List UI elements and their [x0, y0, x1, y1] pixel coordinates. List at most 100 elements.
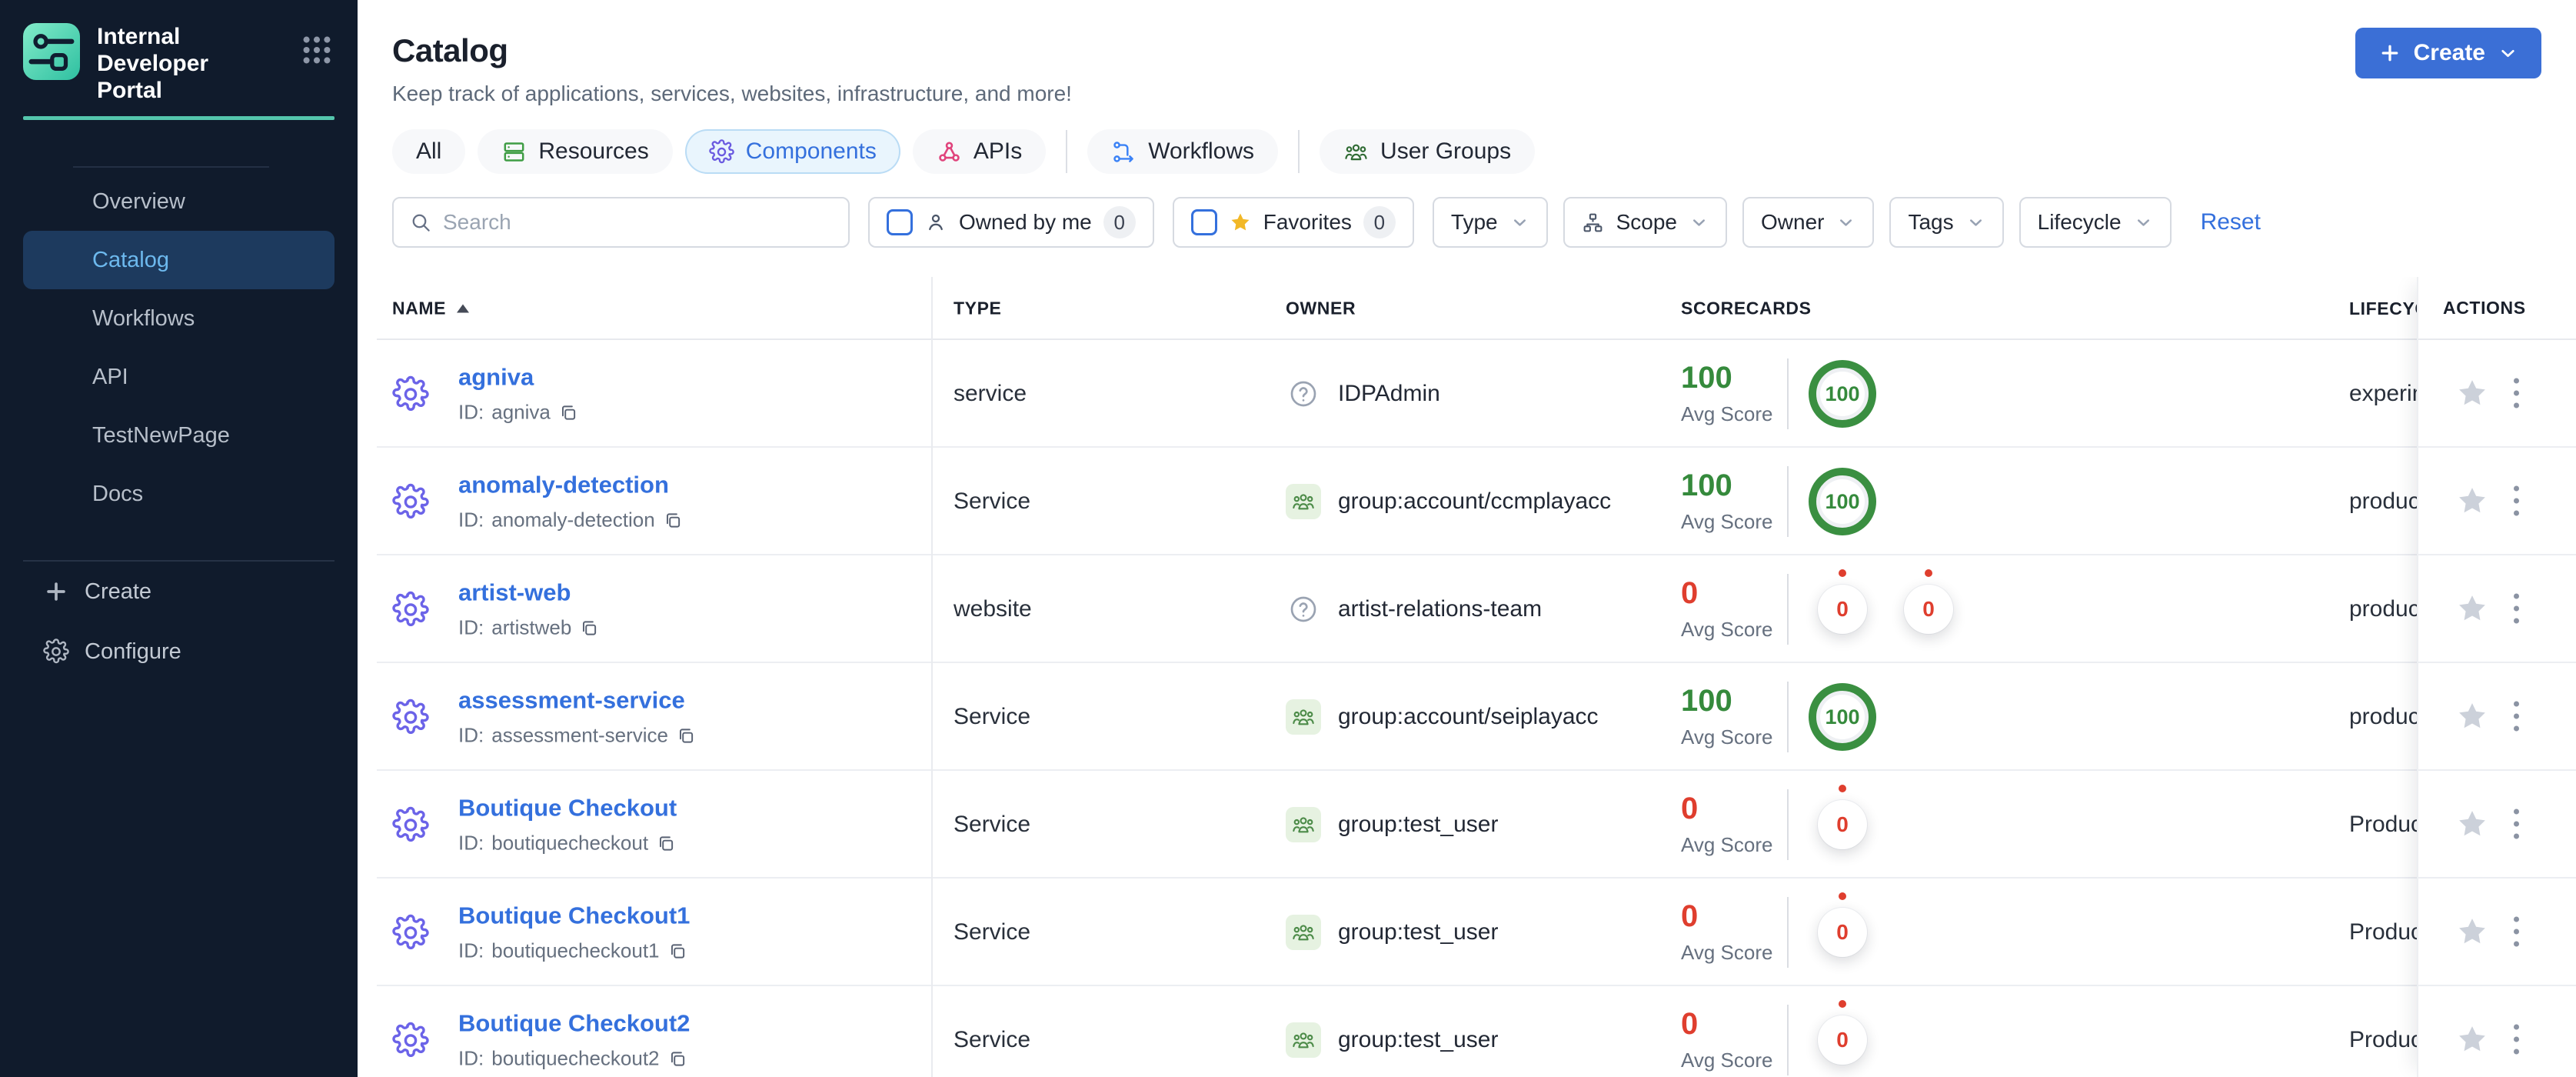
owner-name: artist-relations-team [1338, 596, 1543, 622]
filter-dropdown[interactable]: Lifecycle [2019, 197, 2172, 248]
reset-button[interactable]: Reset [2201, 209, 2261, 235]
favorites-checkbox[interactable] [1190, 209, 1217, 235]
entity-name-link[interactable]: Boutique Checkout2 [458, 1010, 690, 1038]
kebab-menu-icon[interactable] [2509, 374, 2524, 413]
column-header-type[interactable]: TYPE [954, 298, 1001, 319]
entity-name-link[interactable]: Boutique Checkout [458, 795, 677, 822]
favorite-star-icon[interactable] [2455, 376, 2489, 410]
sidebar-configure[interactable]: Configure [0, 622, 358, 682]
lifecycle-cell: Production [2349, 1027, 2417, 1052]
filter-dropdown[interactable]: Scope [1563, 197, 1728, 248]
type-cell: Service [954, 919, 1031, 945]
owned-by-me-label: Owned by me [959, 210, 1092, 234]
search-input[interactable] [443, 210, 833, 235]
nav-divider [73, 166, 269, 168]
create-button[interactable]: Create [2355, 28, 2541, 78]
copy-icon[interactable] [558, 402, 578, 422]
alert-dot [1839, 892, 1846, 900]
catalog-tab[interactable]: Components [684, 129, 900, 174]
favorite-star-icon[interactable] [2455, 807, 2489, 841]
scorecard-badge: 100 [1809, 360, 1876, 428]
entity-name-link[interactable]: anomaly-detection [458, 472, 683, 499]
sidebar-nav-item[interactable]: API [0, 348, 358, 406]
column-header-lifecycle[interactable]: LIFECYCLE [2349, 277, 2417, 340]
person-icon [924, 211, 947, 234]
type-cell: Service [954, 704, 1031, 729]
entity-name-link[interactable]: agniva [458, 364, 578, 392]
catalog-tab[interactable]: APIs [912, 129, 1047, 174]
table-row: Boutique Checkout1 ID: boutiquecheckout1… [358, 879, 2576, 986]
search-box[interactable] [392, 197, 850, 248]
scorecard-badge-value: 100 [1825, 489, 1860, 513]
scorecards-cell: 100 Avg Score 100 [1681, 682, 1876, 752]
owned-by-me-checkbox[interactable] [887, 209, 913, 235]
column-header-scorecards[interactable]: SCORECARDS [1681, 298, 1812, 319]
copy-icon[interactable] [656, 833, 676, 853]
table-rows: agniva ID: agniva service IDPAdmin 100 A… [358, 340, 2576, 1077]
favorite-star-icon[interactable] [2455, 699, 2489, 733]
entity-name-link[interactable]: artist-web [458, 579, 599, 607]
copy-icon[interactable] [579, 618, 599, 638]
sidebar-nav-item[interactable]: Catalog [23, 231, 334, 290]
favorite-star-icon[interactable] [2455, 915, 2489, 949]
sidebar-nav-item[interactable]: TestNewPage [0, 406, 358, 465]
type-cell: website [954, 596, 1032, 622]
copy-icon[interactable] [667, 1049, 687, 1069]
table-row: Boutique Checkout2 ID: boutiquecheckout2… [358, 986, 2576, 1077]
group-icon [1286, 807, 1321, 842]
scorecard-badge: 0 [1895, 569, 1962, 643]
row-actions [2418, 555, 2576, 663]
owned-by-me-filter[interactable]: Owned by me 0 [868, 197, 1154, 248]
kebab-menu-icon[interactable] [2509, 1020, 2524, 1059]
catalog-tabs: All Resources Components APIs Workflows … [392, 129, 2576, 174]
copy-icon[interactable] [676, 725, 696, 745]
catalog-tab[interactable]: All [392, 129, 466, 174]
apps-grid-icon[interactable] [299, 32, 334, 68]
catalog-tab[interactable]: Workflows [1087, 129, 1279, 174]
column-header-owner[interactable]: OWNER [1286, 298, 1356, 319]
scorecards-cell: 100 Avg Score 100 [1681, 466, 1876, 537]
copy-icon[interactable] [663, 510, 683, 530]
scorecards-cell: 0 Avg Score 0 [1681, 1000, 1876, 1075]
kebab-menu-icon[interactable] [2509, 697, 2524, 736]
sidebar-nav-item[interactable]: Workflows [0, 289, 358, 348]
kebab-menu-icon[interactable] [2509, 912, 2524, 952]
kebab-menu-icon[interactable] [2509, 482, 2524, 521]
component-gear-icon [392, 591, 429, 628]
group-icon [1286, 1022, 1321, 1058]
favorites-filter[interactable]: Favorites 0 [1172, 197, 1414, 248]
filter-dropdown[interactable]: Tags [1889, 197, 2004, 248]
filter-dropdown[interactable]: Owner [1742, 197, 1875, 248]
owner-cell: IDPAdmin [1286, 376, 1440, 412]
scorecards-cell: 0 Avg Score 0 0 [1681, 569, 1962, 645]
tab-label: Workflows [1148, 138, 1255, 164]
filter-dropdown[interactable]: Type [1432, 197, 1548, 248]
favorite-star-icon[interactable] [2455, 592, 2489, 625]
sidebar-create[interactable]: Create [0, 562, 358, 622]
column-header-name[interactable]: NAME [392, 298, 470, 319]
kebab-menu-icon[interactable] [2509, 589, 2524, 629]
copy-icon[interactable] [667, 941, 687, 961]
kebab-menu-icon[interactable] [2509, 805, 2524, 844]
lifecycle-cell: Production [2349, 812, 2417, 837]
sidebar-nav-item[interactable]: Overview [0, 172, 358, 231]
score-divider [1787, 466, 1789, 537]
favorite-star-icon[interactable] [2455, 1022, 2489, 1056]
sidebar-nav-item[interactable]: Docs [0, 465, 358, 523]
table-header: NAME TYPE OWNER SCORECARDS LIFECYCLE [358, 277, 2576, 340]
table-row: agniva ID: agniva service IDPAdmin 100 A… [358, 340, 2576, 448]
entity-name-link[interactable]: Boutique Checkout1 [458, 902, 690, 930]
brand: Internal Developer Portal [0, 0, 358, 104]
chevron-down-icon [2134, 213, 2153, 232]
entity-id: ID: boutiquecheckout1 [458, 939, 690, 963]
name-cell: Boutique Checkout1 ID: boutiquecheckout1 [392, 902, 690, 963]
scorecard-badge-value: 0 [1922, 597, 1935, 621]
favorite-star-icon[interactable] [2455, 484, 2489, 518]
scorecard-badge-value: 0 [1836, 920, 1849, 944]
gear-icon [43, 639, 69, 665]
apis-icon [937, 139, 962, 165]
catalog-tab[interactable]: Resources [478, 129, 673, 174]
entity-name-link[interactable]: assessment-service [458, 687, 696, 715]
scorecard-badge: 0 [1809, 569, 1876, 643]
catalog-tab[interactable]: User Groups [1320, 129, 1536, 174]
